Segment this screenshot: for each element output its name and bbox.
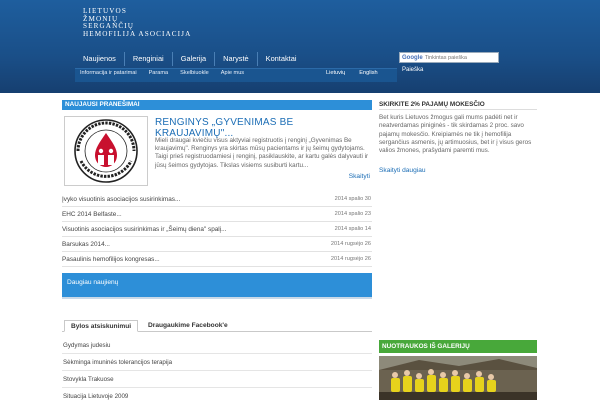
list-item[interactable]: Barsukas 2014... 2014 rugsėjo 26 (62, 237, 372, 252)
tax-section-text: Bet kuris Lietuvos žmogus gali mums padė… (379, 114, 532, 155)
lang-english[interactable]: English (359, 70, 377, 76)
list-item[interactable]: Stovykla Trakuose (62, 371, 372, 388)
association-seal-image[interactable] (64, 116, 148, 186)
list-item[interactable]: Visuotinis asociacijos susirinkimas ir „… (62, 222, 372, 237)
nav-item-renginiai[interactable]: Renginiai (125, 52, 173, 66)
list-item[interactable]: Įvyko visuotinis asociacijos susirinkima… (62, 192, 372, 207)
subnav-item-apie-mus[interactable]: Apie mus (221, 70, 244, 76)
list-item[interactable]: Pasaulinis hemofilijos kongresas... 2014… (62, 252, 372, 267)
subnav-item-parama[interactable]: Parama (149, 70, 169, 76)
news-item-title[interactable]: Pasaulinis hemofilijos kongresas... (62, 256, 160, 263)
tax-read-more-link[interactable]: Skaityti daugiau (379, 167, 426, 174)
google-brand: Google (402, 54, 423, 61)
divider (62, 297, 372, 299)
language-switcher: Lietuvių English (326, 70, 392, 76)
tab-facebook[interactable]: Draugaukime Facebook'e (142, 320, 234, 332)
nav-item-naujienos[interactable]: Naujienos (75, 52, 125, 66)
featured-news: RENGINYS „GYVENIMAS BE KRAUJAVIMŲ"... Mi… (62, 112, 372, 192)
case-list: Gydymas judesiu Sėkminga imuninės tolera… (62, 337, 372, 400)
news-item-title[interactable]: Įvyko visuotinis asociacijos susirinkima… (62, 196, 180, 203)
list-item[interactable]: EHC 2014 Belfaste... 2014 spalio 23 (62, 207, 372, 222)
featured-news-text: Mieli draugai kviečiu visus aktyviai reg… (155, 137, 369, 169)
news-item-title[interactable]: Barsukas 2014... (62, 241, 110, 248)
search-button[interactable]: Paieška (402, 67, 423, 73)
news-item-date: 2014 spalio 23 (334, 211, 371, 217)
sub-navigation: Informacija ir patarimai Parama Skelbiuo… (80, 70, 256, 76)
search-box: Google (399, 52, 499, 63)
logo-line-4: HEMOFILIJA ASOCIACIJA (83, 29, 192, 38)
subnav-item-skelbiuokle[interactable]: Skelbiuokle (180, 70, 209, 76)
news-item-date: 2014 spalio 30 (334, 196, 371, 202)
search-input[interactable] (424, 54, 495, 61)
gallery-photo[interactable] (379, 356, 537, 400)
nav-item-naryste[interactable]: Narystė (215, 52, 258, 66)
news-item-title[interactable]: EHC 2014 Belfaste... (62, 211, 122, 218)
list-item[interactable]: Situacija Lietuvoje 2009 (62, 388, 372, 400)
tab-bylos[interactable]: Bylos atsiskunimui (64, 320, 139, 332)
lang-lithuanian[interactable]: Lietuvių (326, 70, 345, 76)
more-news-button[interactable]: Daugiau naujienų (62, 273, 372, 297)
nav-item-kontaktai[interactable]: Kontaktai (258, 52, 305, 66)
read-more-link[interactable]: Skaityti (349, 173, 370, 180)
news-section-title: NAUJAUSI PRANEŠIMAI (62, 100, 372, 110)
subnav-item-informacija[interactable]: Informacija ir patarimai (80, 70, 137, 76)
gallery-section-title: NUOTRAUKOS IŠ GALERIJŲ (379, 340, 537, 353)
news-item-date: 2014 rugsėjo 26 (330, 256, 371, 262)
site-header: LIETUVOS ŽMONIŲ SERGANČIŲ HEMOFILIJA ASO… (0, 0, 600, 93)
tax-section-title: SKIRKITE 2% PAJAMŲ MOKESČIO (379, 100, 537, 110)
news-item-title[interactable]: Visuotinis asociacijos susirinkimas ir „… (62, 226, 226, 233)
nav-item-galerija[interactable]: Galerija (173, 52, 216, 66)
main-navigation: Naujienos Renginiai Galerija Narystė Kon… (75, 52, 304, 66)
list-item[interactable]: Sėkminga imuninės tolerancijos terapija (62, 354, 372, 371)
list-item[interactable]: Gydymas judesiu (62, 337, 372, 354)
news-list: Įvyko visuotinis asociacijos susirinkima… (62, 192, 372, 267)
tab-bar: Bylos atsiskunimui Draugaukime Facebook'… (62, 320, 372, 332)
news-item-date: 2014 rugsėjo 26 (330, 241, 371, 247)
featured-news-title[interactable]: RENGINYS „GYVENIMAS BE KRAUJAVIMŲ"... (155, 117, 372, 139)
news-item-date: 2014 spalio 14 (334, 226, 371, 232)
site-logo[interactable]: LIETUVOS ŽMONIŲ SERGANČIŲ HEMOFILIJA ASO… (83, 7, 192, 38)
